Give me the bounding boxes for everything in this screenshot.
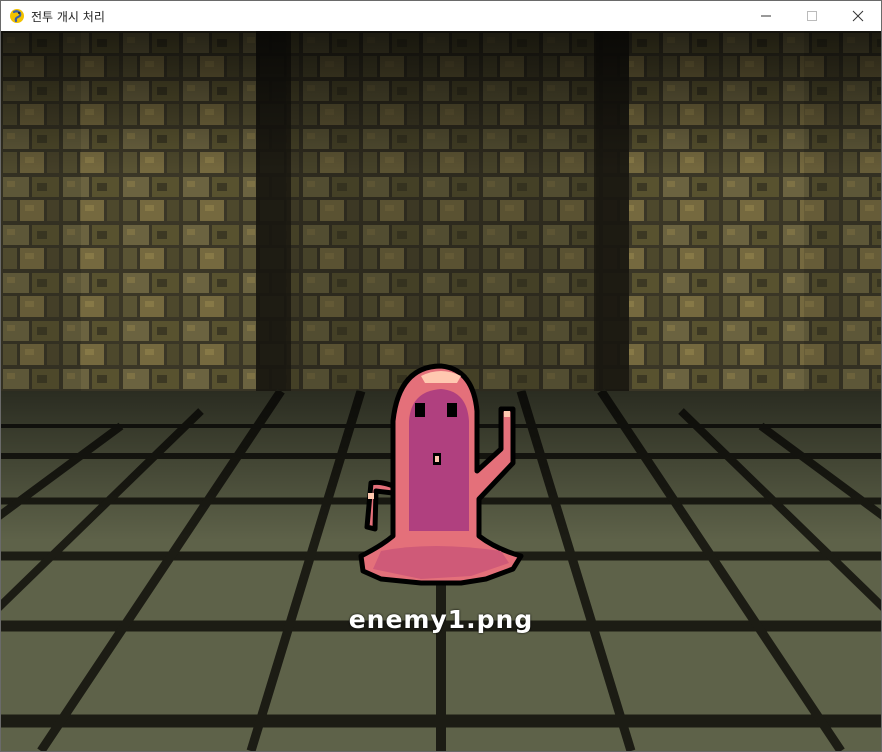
close-icon xyxy=(852,10,864,22)
title-bar[interactable]: 전투 개시 처리 xyxy=(1,1,881,31)
maximize-icon xyxy=(807,11,817,21)
minimize-icon xyxy=(761,15,771,17)
minimize-button[interactable] xyxy=(743,1,789,31)
close-button[interactable] xyxy=(835,1,881,31)
maximize-button[interactable] xyxy=(789,1,835,31)
game-canvas[interactable]: enemy1.png xyxy=(1,31,881,751)
enemy-label: enemy1.png xyxy=(348,605,534,634)
window-controls xyxy=(743,1,881,31)
dungeon-background xyxy=(1,31,881,751)
pygame-snake-icon xyxy=(10,9,24,23)
game-window: 전투 개시 처리 enemy1.png xyxy=(0,0,882,752)
window-title: 전투 개시 처리 xyxy=(31,9,105,24)
